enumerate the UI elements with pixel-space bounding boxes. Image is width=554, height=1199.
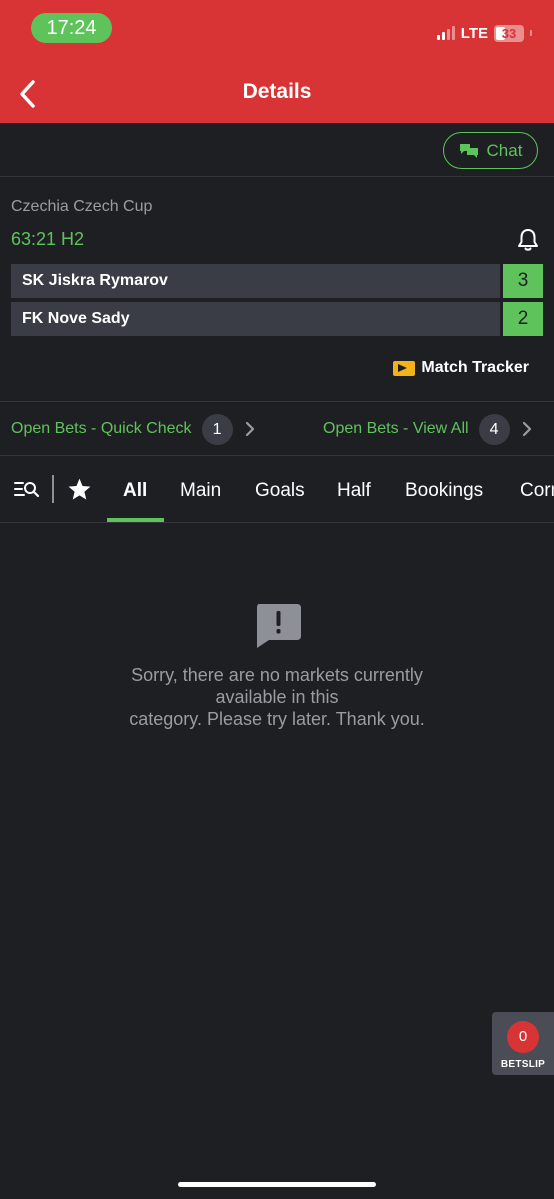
chevron-right-icon [522, 421, 532, 437]
tab-bookings[interactable]: Bookings [405, 480, 483, 502]
betslip-button[interactable]: 0 BETSLIP [492, 1012, 554, 1075]
match-clock: 63:21 H2 [11, 229, 85, 249]
star-icon[interactable] [67, 477, 92, 502]
open-bets-view-all-label: Open Bets - View All [323, 420, 469, 437]
betslip-count-badge: 0 [507, 1021, 539, 1053]
market-tabs: All Main Goals Half Bookings Corners [0, 456, 554, 522]
team-name: FK Nove Sady [11, 302, 500, 336]
page-title: Details [242, 80, 312, 103]
divider [0, 401, 554, 402]
bell-icon[interactable] [515, 227, 541, 253]
signal-icon [436, 26, 455, 40]
open-bets-quick-check[interactable]: Open Bets - Quick Check 1 [11, 412, 255, 446]
empty-state-line: Sorry, there are no markets currently [131, 665, 423, 685]
team-score: 3 [503, 264, 543, 298]
tab-all[interactable]: All [123, 480, 147, 502]
battery-level: 33 [501, 25, 517, 41]
tab-corners[interactable]: Corners [520, 480, 554, 502]
battery-icon: 33 [494, 24, 524, 42]
home-indicator [178, 1182, 376, 1187]
chevron-right-icon [245, 421, 255, 437]
match-tracker-link[interactable]: Match Tracker [393, 359, 529, 377]
empty-state-line: category. Please try later. Thank you. [129, 709, 425, 729]
betslip-label: BETSLIP [500, 1059, 546, 1070]
team-row-away: FK Nove Sady 2 [11, 302, 543, 336]
chat-bubbles-icon [459, 143, 478, 158]
open-bets-view-all[interactable]: Open Bets - View All 4 [323, 412, 532, 446]
count-badge: 1 [201, 413, 233, 445]
network-label: LTE [460, 24, 488, 42]
tab-main[interactable]: Main [180, 480, 221, 502]
alert-message-icon [257, 604, 301, 648]
divider [0, 176, 554, 177]
chat-label: Chat [486, 140, 523, 160]
play-icon [393, 360, 416, 376]
top-bar: 17:24 LTE 33 Details [0, 0, 554, 123]
competition-name: Czechia Czech Cup [11, 198, 153, 215]
empty-state-line: available in this [215, 687, 339, 707]
tab-separator [52, 475, 54, 503]
match-tracker-label: Match Tracker [421, 359, 529, 376]
team-row-home: SK Jiskra Rymarov 3 [11, 264, 543, 298]
chat-button[interactable]: Chat [443, 132, 538, 169]
empty-state-message: Sorry, there are no markets currently av… [100, 664, 454, 730]
tab-goals[interactable]: Goals [255, 480, 305, 502]
divider [0, 522, 554, 523]
count-badge: 4 [478, 413, 510, 445]
team-score: 2 [503, 302, 543, 336]
status-time: 17:24 [31, 13, 112, 43]
open-bets-quick-check-label: Open Bets - Quick Check [11, 420, 192, 437]
search-markets-icon[interactable] [14, 480, 40, 498]
tab-half[interactable]: Half [337, 480, 371, 502]
status-indicators: LTE 33 [436, 22, 532, 44]
team-name: SK Jiskra Rymarov [11, 264, 500, 298]
